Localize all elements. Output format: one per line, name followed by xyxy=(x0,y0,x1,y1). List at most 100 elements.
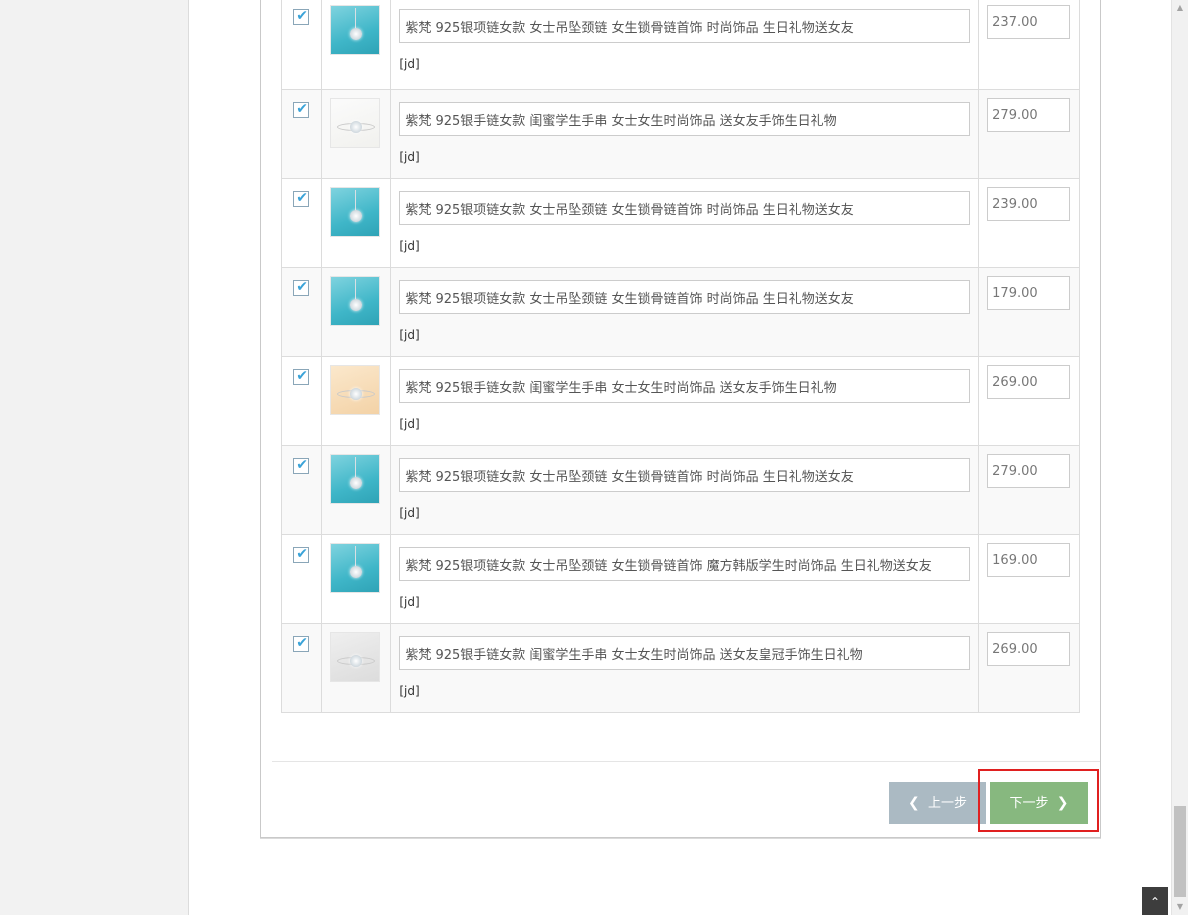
thumbnail-cell xyxy=(320,178,392,268)
product-select-checkbox[interactable]: ✔ xyxy=(293,101,310,118)
product-title-input[interactable] xyxy=(399,458,971,492)
table-row: ✔ [jd] xyxy=(281,534,1080,624)
product-source-label: [jd] xyxy=(399,595,420,609)
product-source-label: [jd] xyxy=(399,684,420,698)
chevron-left-icon: ❮ xyxy=(907,795,920,811)
product-price-input[interactable] xyxy=(987,276,1071,310)
select-cell: ✔ xyxy=(281,0,322,90)
product-title-input[interactable] xyxy=(399,191,971,225)
thumbnail-cell xyxy=(320,445,392,535)
select-cell: ✔ xyxy=(281,89,322,179)
product-table: ✔ [jd] ✔ [jd] ✔ [jd] ✔ [jd] ✔ [jd] ✔ [jd] ✔ [jd] ✔ [jd] xyxy=(281,0,1080,713)
title-cell: [jd] xyxy=(390,267,980,357)
product-select-checkbox[interactable]: ✔ xyxy=(293,457,310,474)
select-cell: ✔ xyxy=(281,356,322,446)
product-select-checkbox[interactable]: ✔ xyxy=(293,279,310,296)
vertical-scrollbar[interactable]: ▲ ▼ xyxy=(1171,0,1188,915)
thumbnail-cell xyxy=(320,356,392,446)
price-cell xyxy=(978,0,1080,90)
thumbnail-cell xyxy=(320,89,392,179)
select-cell: ✔ xyxy=(281,623,322,713)
title-cell: [jd] xyxy=(390,534,980,624)
checkmark-icon: ✔ xyxy=(296,8,308,24)
product-price-input[interactable] xyxy=(987,98,1071,132)
table-row: ✔ [jd] xyxy=(281,356,1080,446)
price-cell xyxy=(978,445,1080,535)
price-cell xyxy=(978,534,1080,624)
product-price-input[interactable] xyxy=(987,632,1071,666)
checkmark-icon: ✔ xyxy=(296,368,308,384)
product-price-input[interactable] xyxy=(987,5,1071,39)
product-thumbnail xyxy=(329,632,380,682)
select-cell: ✔ xyxy=(281,178,322,268)
product-title-input[interactable] xyxy=(399,547,971,581)
product-select-checkbox[interactable]: ✔ xyxy=(293,368,310,385)
checkmark-icon: ✔ xyxy=(296,190,308,206)
table-row: ✔ [jd] xyxy=(281,178,1080,268)
product-thumbnail xyxy=(329,276,380,326)
product-title-input[interactable] xyxy=(399,280,971,314)
price-cell xyxy=(978,623,1080,713)
product-source-label: [jd] xyxy=(399,57,420,71)
title-cell: [jd] xyxy=(390,89,980,179)
scrollbar-thumb[interactable] xyxy=(1174,806,1186,897)
scroll-to-top-button[interactable]: ⌃ xyxy=(1142,887,1168,915)
table-row: ✔ [jd] xyxy=(281,445,1080,535)
product-thumbnail xyxy=(329,98,380,148)
product-title-input[interactable] xyxy=(399,636,971,670)
product-price-input[interactable] xyxy=(987,543,1071,577)
table-row: ✔ [jd] xyxy=(281,0,1080,90)
previous-step-button[interactable]: ❮ 上一步 xyxy=(889,782,986,824)
product-title-input[interactable] xyxy=(399,369,971,403)
title-cell: [jd] xyxy=(390,623,980,713)
product-select-checkbox[interactable]: ✔ xyxy=(293,8,310,25)
product-select-checkbox[interactable]: ✔ xyxy=(293,635,310,652)
thumbnail-cell xyxy=(320,0,392,90)
thumbnail-cell xyxy=(320,267,392,357)
product-source-label: [jd] xyxy=(399,239,420,253)
checkmark-icon: ✔ xyxy=(296,101,308,117)
product-thumbnail xyxy=(329,454,380,504)
price-cell xyxy=(978,178,1080,268)
product-title-input[interactable] xyxy=(399,9,971,43)
table-row: ✔ [jd] xyxy=(281,623,1080,713)
product-select-checkbox[interactable]: ✔ xyxy=(293,546,310,563)
thumbnail-cell xyxy=(320,623,392,713)
product-thumbnail xyxy=(329,543,380,593)
product-source-label: [jd] xyxy=(399,417,420,431)
title-cell: [jd] xyxy=(390,445,980,535)
title-cell: [jd] xyxy=(390,0,980,90)
select-cell: ✔ xyxy=(281,534,322,624)
table-row: ✔ [jd] xyxy=(281,267,1080,357)
product-source-label: [jd] xyxy=(399,506,420,520)
form-actions-divider xyxy=(272,761,1100,762)
product-select-checkbox[interactable]: ✔ xyxy=(293,190,310,207)
left-sidebar-gutter xyxy=(0,0,189,915)
product-thumbnail xyxy=(329,187,380,237)
table-row: ✔ [jd] xyxy=(281,89,1080,179)
double-chevron-up-icon: ⌃ xyxy=(1149,895,1161,909)
previous-step-label: 上一步 xyxy=(927,796,967,811)
next-step-label: 下一步 xyxy=(1009,796,1049,811)
title-cell: [jd] xyxy=(390,178,980,268)
select-cell: ✔ xyxy=(281,445,322,535)
price-cell xyxy=(978,89,1080,179)
product-source-label: [jd] xyxy=(399,328,420,342)
product-price-input[interactable] xyxy=(987,365,1071,399)
price-cell xyxy=(978,267,1080,357)
product-thumbnail xyxy=(329,365,380,415)
price-cell xyxy=(978,356,1080,446)
scroll-down-arrow-icon[interactable]: ▼ xyxy=(1172,899,1188,915)
product-price-input[interactable] xyxy=(987,187,1071,221)
product-title-input[interactable] xyxy=(399,102,971,136)
title-cell: [jd] xyxy=(390,356,980,446)
product-thumbnail xyxy=(329,5,380,55)
product-source-label: [jd] xyxy=(399,150,420,164)
next-step-button[interactable]: 下一步 ❯ xyxy=(990,782,1088,824)
product-price-input[interactable] xyxy=(987,454,1071,488)
select-cell: ✔ xyxy=(281,267,322,357)
checkmark-icon: ✔ xyxy=(296,279,308,295)
scroll-up-arrow-icon[interactable]: ▲ xyxy=(1172,0,1188,16)
checkmark-icon: ✔ xyxy=(296,546,308,562)
checkmark-icon: ✔ xyxy=(296,457,308,473)
